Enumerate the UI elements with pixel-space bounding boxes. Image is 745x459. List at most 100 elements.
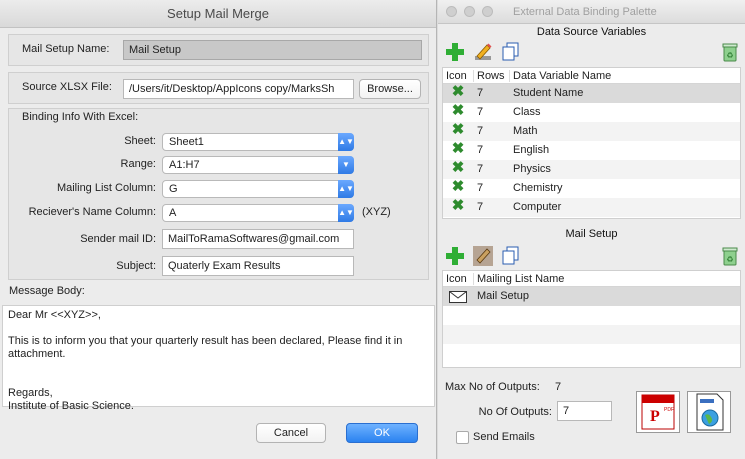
variable-rows: 7 bbox=[477, 87, 484, 99]
variable-rows: 7 bbox=[477, 144, 484, 156]
external-data-binding-palette: External Data Binding Palette Data Sourc… bbox=[438, 0, 745, 459]
variable-name: Computer bbox=[513, 201, 562, 213]
variable-name: Student Name bbox=[513, 87, 584, 99]
empty-row bbox=[443, 325, 740, 344]
updown-arrows-icon: ▲▼ bbox=[338, 133, 354, 151]
empty-row bbox=[443, 306, 740, 325]
data-variable-row[interactable]: ✖ 7 Student Name bbox=[443, 84, 740, 103]
svg-text:PDF: PDF bbox=[664, 407, 674, 413]
empty-row bbox=[443, 344, 740, 363]
receiver-column-label: Reciever's Name Column: bbox=[28, 206, 156, 218]
pencil-icon[interactable] bbox=[473, 42, 493, 62]
col-name-header: Data Variable Name bbox=[513, 70, 612, 82]
documents-icon[interactable] bbox=[501, 246, 521, 266]
data-source-rows: ✖ 7 Student Name ✖ 7 Class ✖ 7 Math ✖ 7 English ✖ 7 Ph… bbox=[443, 84, 740, 217]
variable-name: Math bbox=[513, 125, 538, 137]
chevron-down-icon[interactable]: ▼ bbox=[338, 156, 354, 174]
data-variable-row[interactable]: ✖ 7 English bbox=[443, 141, 740, 160]
excel-x-icon: ✖ bbox=[451, 159, 465, 176]
sheet-select-value: Sheet1 bbox=[169, 136, 204, 148]
trash-icon[interactable]: ♻ bbox=[720, 42, 740, 62]
data-source-table: Icon Rows Data Variable Name ✖ 7 Student N… bbox=[442, 67, 741, 219]
data-source-table-header: Icon Rows Data Variable Name bbox=[443, 68, 740, 84]
data-source-heading: Data Source Variables bbox=[536, 26, 647, 38]
data-variable-row[interactable]: ✖ 7 Computer bbox=[443, 198, 740, 217]
send-emails-checkbox[interactable] bbox=[456, 431, 469, 444]
binding-heading: Binding Info With Excel: bbox=[22, 111, 139, 123]
mail-setup-table: Icon Mailing List Name Mail Setup bbox=[442, 270, 741, 368]
excel-x-icon: ✖ bbox=[451, 121, 465, 138]
mailing-column-select[interactable]: G ▲▼ bbox=[162, 180, 354, 198]
receiver-column-select[interactable]: A ▲▼ bbox=[162, 204, 354, 222]
variable-rows: 7 bbox=[477, 106, 484, 118]
source-file-label: Source XLSX File: bbox=[22, 81, 112, 93]
cancel-button[interactable]: Cancel bbox=[256, 423, 326, 443]
close-window-button[interactable] bbox=[446, 6, 457, 17]
dialog-title: Setup Mail Merge bbox=[0, 0, 436, 28]
col-icon-header: Icon bbox=[446, 70, 467, 82]
setup-mail-merge-dialog: Setup Mail Merge Mail Setup Name: Mail S… bbox=[0, 0, 437, 459]
mail-setup-name: Mail Setup bbox=[477, 290, 529, 302]
mail-col-icon-header: Icon bbox=[446, 273, 467, 285]
palette-title: External Data Binding Palette bbox=[513, 6, 657, 18]
envelope-icon bbox=[449, 291, 467, 303]
sender-email-field[interactable]: MailToRamaSoftwares@gmail.com bbox=[162, 229, 354, 249]
mail-col-name-header: Mailing List Name bbox=[477, 273, 565, 285]
max-outputs-label: Max No of Outputs: bbox=[445, 381, 540, 393]
data-variable-row[interactable]: ✖ 7 Chemistry bbox=[443, 179, 740, 198]
sheet-label: Sheet: bbox=[124, 135, 156, 147]
mailing-column-value: G bbox=[169, 183, 178, 195]
excel-x-icon: ✖ bbox=[451, 83, 465, 100]
documents-icon[interactable] bbox=[501, 42, 521, 62]
variable-name: Class bbox=[513, 106, 541, 118]
data-variable-row[interactable]: ✖ 7 Math bbox=[443, 122, 740, 141]
pdf-icon[interactable]: P PDF bbox=[636, 391, 680, 433]
mail-setup-row[interactable]: Mail Setup bbox=[443, 287, 740, 306]
excel-x-icon: ✖ bbox=[451, 178, 465, 195]
updown-arrows-icon: ▲▼ bbox=[338, 204, 354, 222]
html-globe-icon[interactable] bbox=[687, 391, 731, 433]
zoom-window-button[interactable] bbox=[482, 6, 493, 17]
excel-x-icon: ✖ bbox=[451, 102, 465, 119]
binding-info-box: Binding Info With Excel: Sheet: Sheet1 ▲… bbox=[8, 108, 429, 280]
no-outputs-field[interactable]: 7 bbox=[557, 401, 612, 421]
range-combo-value: A1:H7 bbox=[169, 159, 200, 171]
browse-button[interactable]: Browse... bbox=[359, 79, 421, 99]
variable-rows: 7 bbox=[477, 125, 484, 137]
mail-setup-table-header: Icon Mailing List Name bbox=[443, 271, 740, 287]
svg-text:P: P bbox=[650, 408, 660, 425]
variable-rows: 7 bbox=[477, 163, 484, 175]
source-file-field[interactable]: /Users/it/Desktop/AppIcons copy/MarksSh bbox=[123, 79, 354, 99]
variable-name: English bbox=[513, 144, 550, 156]
subject-field[interactable]: Quaterly Exam Results bbox=[162, 256, 354, 276]
mail-setup-name-label: Mail Setup Name: bbox=[22, 43, 110, 55]
plus-icon[interactable] bbox=[445, 246, 465, 266]
minimize-window-button[interactable] bbox=[464, 6, 475, 17]
receiver-column-value: A bbox=[169, 207, 177, 219]
data-variable-row[interactable]: ✖ 7 Physics bbox=[443, 160, 740, 179]
mail-setup-name-field[interactable]: Mail Setup bbox=[123, 40, 422, 60]
receiver-hint: (XYZ) bbox=[362, 206, 391, 218]
palette-titlebar: External Data Binding Palette bbox=[438, 0, 745, 24]
ok-button[interactable]: OK bbox=[346, 423, 418, 443]
svg-text:♻: ♻ bbox=[726, 255, 733, 264]
sheet-select[interactable]: Sheet1 ▲▼ bbox=[162, 133, 354, 151]
variable-name: Physics bbox=[513, 163, 551, 175]
mail-setup-name-box: Mail Setup Name: Mail Setup bbox=[8, 34, 429, 66]
plus-icon[interactable] bbox=[445, 42, 465, 62]
range-label: Range: bbox=[120, 158, 156, 170]
no-outputs-label: No Of Outputs: bbox=[478, 406, 552, 418]
trash-icon[interactable]: ♻ bbox=[720, 246, 740, 266]
svg-text:♻: ♻ bbox=[726, 51, 733, 60]
variable-rows: 7 bbox=[477, 182, 484, 194]
mailing-column-label: Mailing List Column: bbox=[56, 182, 156, 194]
send-emails-label: Send Emails bbox=[473, 431, 535, 443]
data-variable-row[interactable]: ✖ 7 Class bbox=[443, 103, 740, 122]
message-body-label: Message Body: bbox=[9, 285, 85, 297]
max-outputs-value: 7 bbox=[555, 381, 562, 393]
pencil-icon[interactable] bbox=[473, 246, 493, 266]
sender-label: Sender mail ID: bbox=[80, 233, 156, 245]
range-combo[interactable]: A1:H7 ▼ bbox=[162, 156, 354, 174]
message-body-textarea[interactable]: Dear Mr <<XYZ>>, This is to inform you t… bbox=[2, 305, 435, 412]
excel-x-icon: ✖ bbox=[451, 197, 465, 214]
